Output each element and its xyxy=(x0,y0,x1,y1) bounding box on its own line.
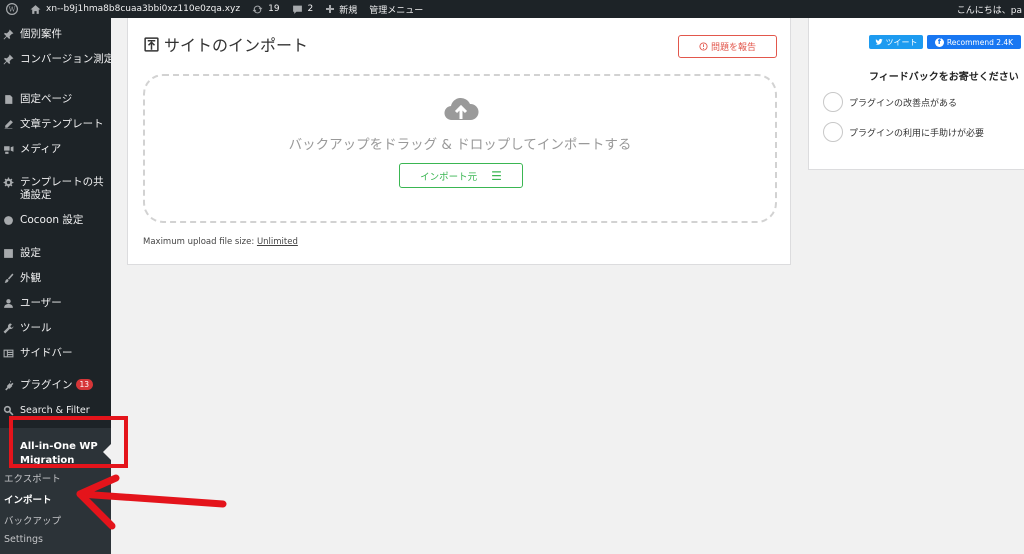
greeting[interactable]: こんにちは、pa xyxy=(957,0,1024,18)
new-content-link[interactable]: 新規 xyxy=(319,0,363,18)
facebook-recommend-button[interactable]: f Recommend 2.4K xyxy=(927,35,1021,49)
menu-icon: ☰ xyxy=(491,168,502,183)
admin-menu-label: 管理メニュー xyxy=(369,5,424,16)
cloud-upload-icon xyxy=(444,97,479,121)
alert-circle-icon xyxy=(699,42,708,51)
report-problem-button[interactable]: 問題を報告 xyxy=(678,35,777,58)
circle-icon xyxy=(2,214,15,227)
admin-sidebar: 個別案件 コンバージョン測定 固定ページ 文章テンプレート メディア テンプレー… xyxy=(0,18,114,554)
brush-icon xyxy=(2,272,15,285)
feedback-radio[interactable] xyxy=(823,122,843,142)
submenu-item-import[interactable]: インポート xyxy=(4,492,52,506)
gear-icon xyxy=(2,176,15,189)
tweet-button[interactable]: ツイート xyxy=(869,35,923,49)
max-upload-info: Maximum upload file size: Unlimited xyxy=(143,237,298,247)
plugin-icon xyxy=(2,379,15,392)
import-from-button[interactable]: インポート元 ☰ xyxy=(399,163,523,188)
submenu-item-backup[interactable]: バックアップ xyxy=(4,513,61,527)
home-icon xyxy=(30,4,41,14)
report-problem-label: 問題を報告 xyxy=(710,43,756,53)
annotation-highlight-box xyxy=(9,416,128,468)
sidebar-icon xyxy=(2,347,15,360)
updates-count: 19 xyxy=(268,4,280,14)
plus-icon xyxy=(326,5,335,13)
plugins-label: プラグイン xyxy=(20,379,73,391)
feedback-panel: ツイート f Recommend 2.4K フィードバックをお寄せください プラ… xyxy=(808,18,1024,170)
recommend-label: Recommend 2.4K xyxy=(946,37,1014,47)
admin-bar: W xn--b9j1hma8b8cuaa3bbi0xz110e0zqa.xyz … xyxy=(0,0,1024,18)
page-icon xyxy=(2,93,15,106)
drop-instructions: バックアップをドラッグ & ドロップしてインポートする xyxy=(288,137,632,153)
plugins-update-badge: 13 xyxy=(75,379,94,390)
drop-zone[interactable]: バックアップをドラッグ & ドロップしてインポートする インポート元 ☰ xyxy=(143,74,777,223)
page-title-text: サイトのインポート xyxy=(164,36,309,55)
svg-text:W: W xyxy=(9,5,16,13)
twitter-icon xyxy=(874,38,883,45)
import-panel: サイトのインポート 問題を報告 バックアップをドラッグ & ドロップしてインポー… xyxy=(127,18,791,265)
site-name-link[interactable]: xn--b9j1hma8b8cuaa3bbi0xz110e0zqa.xyz xyxy=(24,0,246,18)
max-upload-label: Maximum upload file size: xyxy=(143,237,255,247)
comment-icon xyxy=(292,5,302,14)
feedback-option-label: プラグインの改善点がある xyxy=(849,98,958,109)
pin-icon xyxy=(2,53,15,66)
pencil-icon xyxy=(2,118,15,131)
tweet-label: ツイート xyxy=(885,37,918,47)
comments-link[interactable]: 2 xyxy=(286,0,320,18)
feedback-title: フィードバックをお寄せください xyxy=(869,72,1019,83)
settings-icon xyxy=(2,247,15,260)
wrench-icon xyxy=(2,322,15,335)
import-icon xyxy=(144,36,159,52)
updates-link[interactable]: 19 xyxy=(246,0,285,18)
pin-icon xyxy=(2,28,15,41)
submenu-item-settings[interactable]: Settings xyxy=(4,534,43,545)
facebook-icon: f xyxy=(934,37,944,47)
user-icon xyxy=(2,297,15,310)
feedback-option-improvement[interactable]: プラグインの改善点がある xyxy=(823,92,957,112)
feedback-option-help[interactable]: プラグインの利用に手助けが必要 xyxy=(823,122,984,142)
import-from-label: インポート元 xyxy=(420,171,478,183)
submenu-item-export[interactable]: エクスポート xyxy=(4,471,61,485)
new-label: 新規 xyxy=(339,5,358,16)
feedback-radio[interactable] xyxy=(823,92,843,112)
max-upload-value[interactable]: Unlimited xyxy=(257,237,298,247)
wp-logo-icon[interactable]: W xyxy=(0,0,24,18)
admin-menu-link[interactable]: 管理メニュー xyxy=(363,0,429,18)
refresh-icon xyxy=(252,5,263,13)
page-title: サイトのインポート xyxy=(144,32,308,56)
feedback-option-label: プラグインの利用に手助けが必要 xyxy=(849,128,985,139)
media-icon xyxy=(2,143,15,156)
comments-count: 2 xyxy=(307,4,314,14)
site-name: xn--b9j1hma8b8cuaa3bbi0xz110e0zqa.xyz xyxy=(46,4,241,14)
